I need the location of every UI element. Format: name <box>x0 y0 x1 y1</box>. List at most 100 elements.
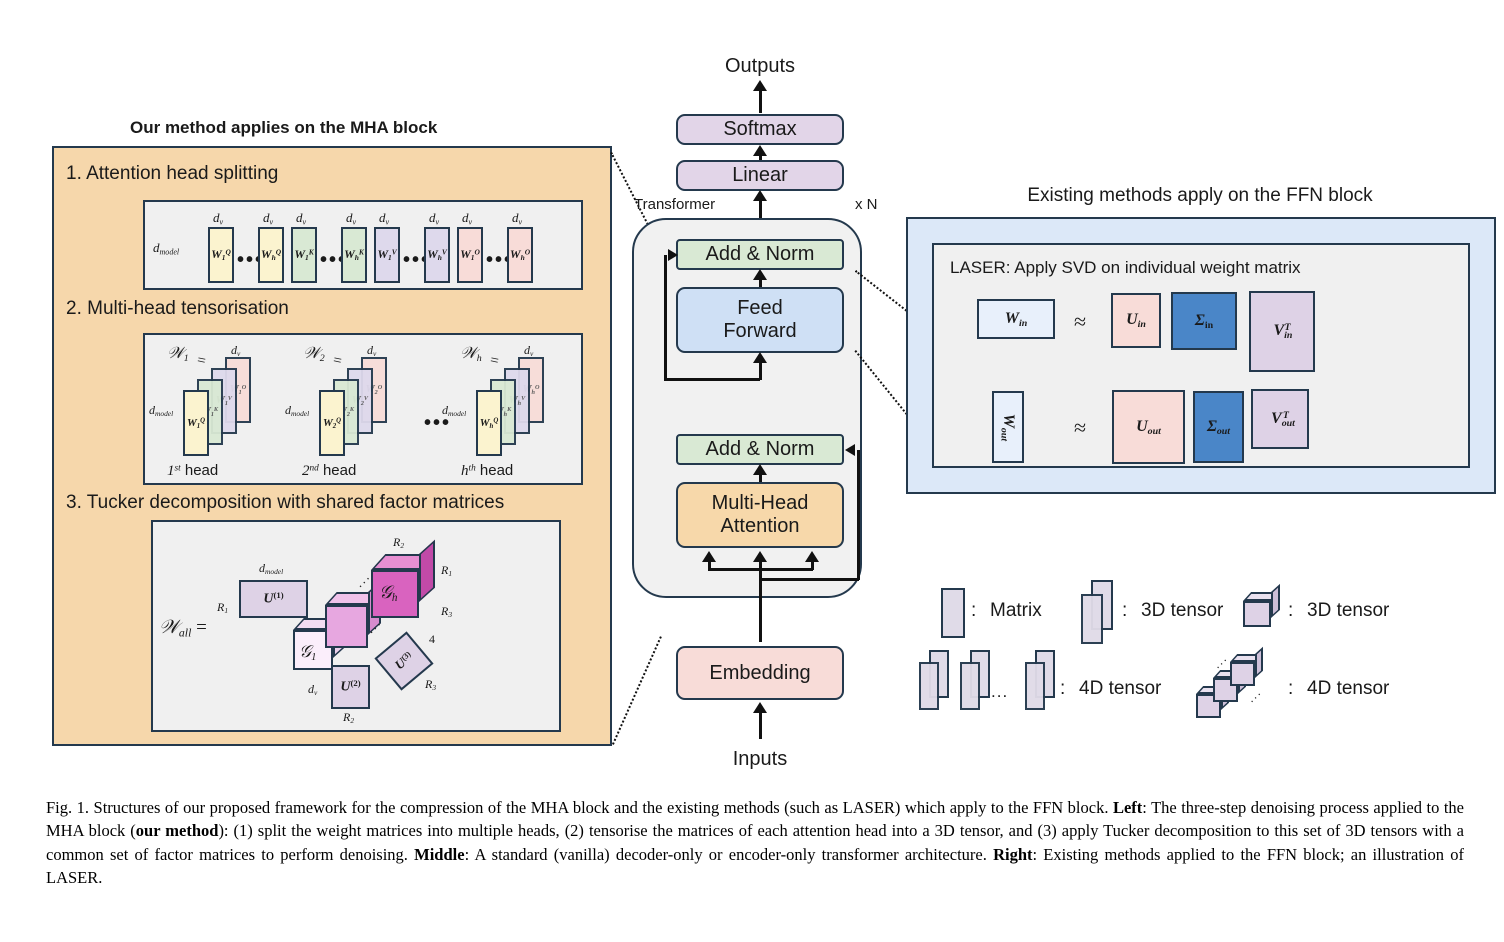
arrow-head-ff-to-addnorm <box>753 269 767 280</box>
core-tensor-g1-label: 𝒢1 <box>299 642 317 663</box>
qkv-arrow-right-head <box>805 551 819 562</box>
matrix-wo1: W1O <box>457 227 483 283</box>
feed-forward-line2: Forward <box>723 320 797 342</box>
head-caption-1: 1st head <box>167 462 219 479</box>
block-softmax[interactable]: Softmax <box>676 114 844 145</box>
step-2-label: 2. Multi-head tensorisation <box>66 298 289 319</box>
legend-label-4d-stack: 4D tensor <box>1079 678 1162 699</box>
legend-4d-tensor-stack-icon: ... <box>915 650 1065 720</box>
dim-dv-label: dv <box>263 210 274 227</box>
dim-4-label: 4 <box>429 632 435 646</box>
residual-line-mha-h <box>759 578 859 581</box>
dim-r3-label: R3 <box>441 604 453 620</box>
tensor-w-all-label: 𝒲all = <box>159 617 207 640</box>
matrix-wkh: WhK <box>341 227 367 283</box>
head-caption-2: 2nd head <box>302 462 357 479</box>
matrix-w-in: Win <box>977 299 1055 339</box>
matrix-woh: WhO <box>507 227 533 283</box>
dim-dv-label: dv <box>462 210 473 227</box>
matrix-v-in-transpose: VinT <box>1249 291 1315 372</box>
legend-sep: : <box>1060 678 1066 699</box>
dim-dv-label: dv <box>213 210 224 227</box>
block-add-norm-bottom[interactable]: Add & Norm <box>676 434 844 465</box>
matrix-wk1: W1K <box>291 227 317 283</box>
matrix-u-in: Uin <box>1111 293 1161 348</box>
arrow-head-softmax <box>753 145 767 156</box>
tensor-w1-label: 𝒲1 <box>167 345 189 364</box>
dim-r1-label: R1 <box>217 600 229 616</box>
tensor-w2-label: 𝒲2 <box>303 345 325 364</box>
stacked-matrix-q: W1Q <box>183 390 209 456</box>
arrow-head-input <box>753 702 767 713</box>
equals-sign: = <box>488 352 501 370</box>
step-1-label: 1. Attention head splitting <box>66 163 279 184</box>
legend-sep: : <box>1122 600 1128 621</box>
cube-side-face <box>419 539 435 602</box>
step-1-diagram: dmodel dv W1Q ••• dv WhQ dv W1K ••• dv W… <box>143 200 583 290</box>
stack-1-front <box>919 662 939 710</box>
matrix-v-out-transpose: VoutT <box>1251 389 1309 449</box>
dim-d-model-label: dmodel <box>153 240 180 257</box>
feed-forward-line1: Feed <box>737 297 783 319</box>
residual-arrow-ff <box>668 249 678 261</box>
weight-matrix-row: dv W1Q ••• dv WhQ dv W1K ••• dv WhK dv W… <box>205 210 577 286</box>
mha-line2: Attention <box>720 515 800 537</box>
head-group-2: 𝒲2 = dv dmodel W2O W2V W2K W2Q <box>285 341 418 466</box>
head-caption-h: hth head <box>461 462 514 479</box>
equals-sign: = <box>331 352 344 370</box>
figure-root: Our method applies on the MHA block 1. A… <box>0 0 1504 942</box>
legend-label-3d-stack: 3D tensor <box>1141 600 1224 621</box>
step-2-diagram: 𝒲1 = dv dmodel W1O W1V W1K W1Q 1st head … <box>143 333 583 485</box>
block-embedding[interactable]: Embedding <box>676 646 844 700</box>
connector-left-bottom <box>612 636 662 745</box>
legend-sep: : <box>971 600 977 621</box>
block-multi-head-attention[interactable]: Multi-Head Attention <box>676 482 844 548</box>
block-add-norm-top[interactable]: Add & Norm <box>676 239 844 270</box>
legend-label-4d-cubes: 4D tensor <box>1307 678 1390 699</box>
cube-side-face <box>1271 583 1280 618</box>
core-tensor-gh-label: 𝒢h <box>379 582 398 605</box>
head-group-h: 𝒲h = dv dmodel WhO WhV WhK WhQ <box>442 341 575 466</box>
arrow-head-out <box>753 80 767 91</box>
approx-sign-row1: ≈ <box>1074 309 1087 334</box>
matrix-wq1: W1Q <box>208 227 234 283</box>
head-group-1: 𝒲1 = dv dmodel W1O W1V W1K W1Q <box>149 341 282 466</box>
matrix-sigma-in: Σin <box>1171 292 1237 350</box>
legend-label-3d-cube: 3D tensor <box>1307 600 1390 621</box>
legend-matrix-icon <box>941 588 965 638</box>
step-3-diagram: 𝒲all = dmodel R1 U(1) dv U(2) R2 U(3) 4 … <box>151 520 561 732</box>
dim-r1-label: R1 <box>441 563 453 579</box>
dim-r3-label: R3 <box>425 677 437 693</box>
dim-dv-label: dv <box>231 343 241 359</box>
tensor-wh-label: 𝒲h <box>460 345 482 364</box>
legend-stack-ellipsis: ... <box>991 682 1009 701</box>
arrow-line-emb-to-transformer <box>759 598 762 642</box>
caption-part-1: Fig. 1. Structures of our proposed frame… <box>46 798 1113 817</box>
block-feed-forward[interactable]: Feed Forward <box>676 287 844 353</box>
stack-2-front <box>960 662 980 710</box>
dim-dv-label: dv <box>346 210 357 227</box>
qkv-arrow-mid-head <box>753 551 767 562</box>
core-tensor-gh: 𝒢h <box>371 539 435 618</box>
matrix-sigma-out: Σout <box>1193 391 1244 463</box>
residual-line-ff-v <box>664 255 667 379</box>
caption-part-4: : A standard (vanilla) decoder-only or e… <box>464 844 994 864</box>
figure-caption: Fig. 1. Structures of our proposed frame… <box>46 796 1464 890</box>
residual-line-mha-v <box>857 450 860 580</box>
caption-bold-right: Right <box>993 844 1033 864</box>
outputs-label: Outputs <box>724 54 796 77</box>
dim-d-model-label: dmodel <box>149 403 174 419</box>
caption-bold-left: Left <box>1112 798 1143 817</box>
matrix-w-out: Wout <box>992 391 1024 463</box>
caption-bold-middle: Middle <box>414 844 465 864</box>
mha-line1: Multi-Head <box>711 492 809 514</box>
legend-3d-tensor-stack-icon <box>1077 580 1117 646</box>
factor-matrix-u2: U(2) <box>331 665 370 709</box>
left-panel-heading: Our method applies on the MHA block <box>130 118 438 137</box>
dim-dv-label: dv <box>296 210 307 227</box>
dim-dv-label: dv <box>308 682 318 698</box>
block-linear[interactable]: Linear <box>676 160 844 191</box>
dim-r2-label: R2 <box>343 710 355 726</box>
dim-r2-label: R2 <box>393 535 405 551</box>
dim-dv-label: dv <box>429 210 440 227</box>
